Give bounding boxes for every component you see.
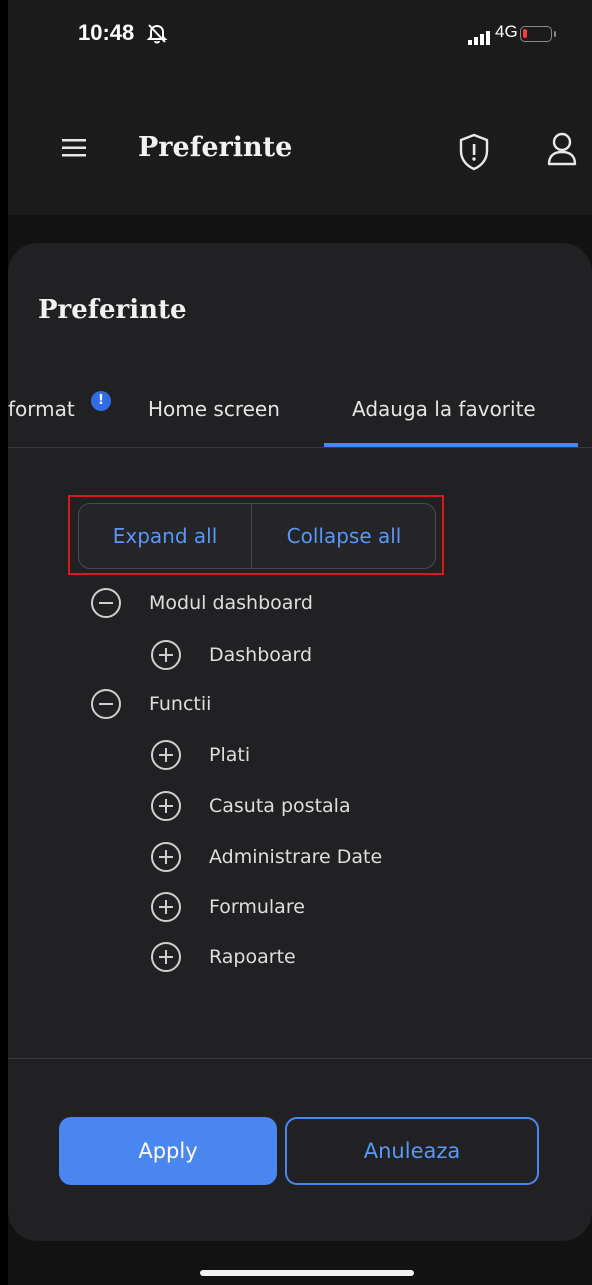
tab-format-label: format	[8, 397, 75, 421]
status-time: 10:48	[78, 20, 135, 45]
app-title: Preferinte	[138, 132, 293, 163]
tree-item-label: Formulare	[209, 896, 305, 918]
signal-icon	[468, 30, 492, 49]
tab-home-screen[interactable]: Home screen	[148, 397, 280, 421]
tree-item-formulare[interactable]: Formulare	[151, 887, 305, 927]
active-tab-indicator	[324, 443, 578, 447]
add-icon[interactable]	[151, 892, 181, 922]
tab-bar: format ! Home screen Adauga la favorite	[8, 383, 592, 448]
tree-item-label: Plati	[209, 744, 251, 766]
home-indicator[interactable]	[200, 1270, 414, 1276]
expand-all-button[interactable]: Expand all	[79, 504, 252, 568]
tab-format[interactable]: format !	[8, 391, 111, 421]
silent-bell-icon	[146, 22, 168, 48]
shield-icon[interactable]	[456, 132, 492, 176]
tree-item-label: Casuta postala	[209, 795, 351, 817]
tree-item-administrare-date[interactable]: Administrare Date	[151, 837, 382, 877]
tree-item-casuta-postala[interactable]: Casuta postala	[151, 786, 351, 826]
collapse-icon[interactable]	[91, 689, 121, 719]
tree-item-label: Modul dashboard	[149, 592, 313, 614]
tree-item-plati[interactable]: Plati	[151, 735, 250, 775]
tree-item-label: Dashboard	[209, 644, 313, 666]
collapse-icon[interactable]	[91, 588, 121, 618]
tree-item-dashboard[interactable]: Dashboard	[151, 635, 312, 675]
add-icon[interactable]	[151, 640, 181, 670]
screen: 10:48 4G Preferinte Preferinte format ! …	[8, 0, 592, 1285]
tree-item-rapoarte[interactable]: Rapoarte	[151, 937, 296, 977]
hamburger-menu-icon[interactable]	[62, 138, 88, 162]
cancel-button[interactable]: Anuleaza	[285, 1117, 539, 1185]
add-icon[interactable]	[151, 740, 181, 770]
expand-collapse-segmented: Expand all Collapse all	[78, 503, 436, 569]
tab-add-favorites[interactable]: Adauga la favorite	[352, 397, 536, 421]
tree-item-functii[interactable]: Functii	[91, 684, 211, 724]
tree-item-label: Rapoarte	[209, 946, 296, 968]
divider	[8, 1058, 592, 1059]
apply-button[interactable]: Apply	[59, 1117, 277, 1185]
preferences-sheet: Preferinte format ! Home screen Adauga l…	[8, 243, 592, 1241]
tree-item-label: Functii	[149, 693, 212, 715]
tree-item-label: Administrare Date	[209, 846, 383, 868]
tree-item-modul-dashboard[interactable]: Modul dashboard	[91, 583, 313, 623]
add-icon[interactable]	[151, 842, 181, 872]
notification-badge: !	[91, 391, 111, 411]
add-icon[interactable]	[151, 791, 181, 821]
user-profile-icon[interactable]	[546, 130, 578, 174]
status-bar: 10:48 4G	[8, 0, 592, 80]
add-icon[interactable]	[151, 942, 181, 972]
battery-icon	[520, 26, 556, 42]
network-label: 4G	[495, 22, 518, 41]
collapse-all-button[interactable]: Collapse all	[252, 504, 436, 568]
sheet-title: Preferinte	[38, 295, 187, 325]
app-header: Preferinte	[8, 80, 592, 215]
